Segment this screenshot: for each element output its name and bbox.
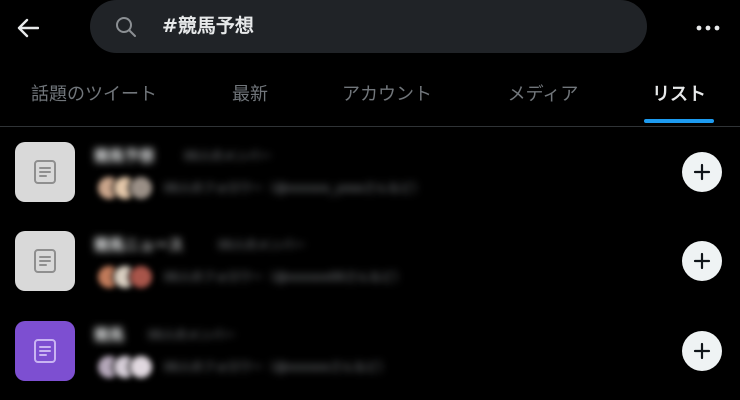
search-tabs: 話題のツイート 最新 アカウント メディア リスト [0,60,740,126]
list-followers-info: 00人のフォロワー（@xxxxxx_yosoさんなど） [164,181,424,195]
list-member-count: 00人のメンバー [218,238,306,252]
follower-avatars [96,264,154,290]
top-bar: #競馬予想 [0,0,740,56]
follower-avatars [96,175,154,201]
avatar [128,175,154,201]
add-list-button[interactable] [682,152,722,192]
list-thumbnail [15,321,75,381]
tab-latest[interactable]: 最新 [210,60,290,126]
tab-lists[interactable]: リスト [634,60,724,126]
search-input[interactable]: #競馬予想 [90,0,647,53]
avatar [128,354,154,380]
list-thumbnail [15,231,75,291]
arrow-left-icon [17,18,39,38]
search-query: #競馬予想 [162,15,254,37]
more-dots-icon [696,25,720,31]
back-button[interactable] [10,10,46,46]
list-followers-info: 00人のフォロワー（@xxxxxxさんなど） [164,360,390,374]
plus-icon [693,342,711,360]
avatar [128,264,154,290]
list-item[interactable]: 競馬 00人のメンバー 00人のフォロワー（@xxxxxxさんなど） [0,306,740,396]
more-options-button[interactable] [688,10,728,46]
list-document-icon [34,249,56,273]
list-title: 競馬予想 [94,147,155,165]
add-list-button[interactable] [682,331,722,371]
list-document-icon [34,160,56,184]
active-tab-indicator [644,119,714,123]
list-followers-info: 00人のフォロワー（@xxxxxx00さんなど） [164,270,406,284]
list-title: 競馬ニュース [94,236,184,254]
add-list-button[interactable] [682,241,722,281]
search-icon [116,17,136,37]
list-item[interactable]: 競馬予想 00人のメンバー 00人のフォロワー（@xxxxxx_yosoさんなど… [0,127,740,217]
list-thumbnail [15,142,75,202]
list-document-icon [34,339,56,363]
tab-accounts[interactable]: アカウント [322,60,452,126]
plus-icon [693,252,711,270]
tab-media[interactable]: メディア [488,60,598,126]
list-member-count: 00人のメンバー [184,149,272,163]
tab-top[interactable]: 話題のツイート [14,60,174,126]
list-item[interactable]: 競馬ニュース 00人のメンバー 00人のフォロワー（@xxxxxx00さんなど） [0,216,740,306]
plus-icon [693,163,711,181]
follower-avatars [96,354,154,380]
list-title: 競馬 [94,326,125,344]
list-member-count: 00人のメンバー [148,328,236,342]
